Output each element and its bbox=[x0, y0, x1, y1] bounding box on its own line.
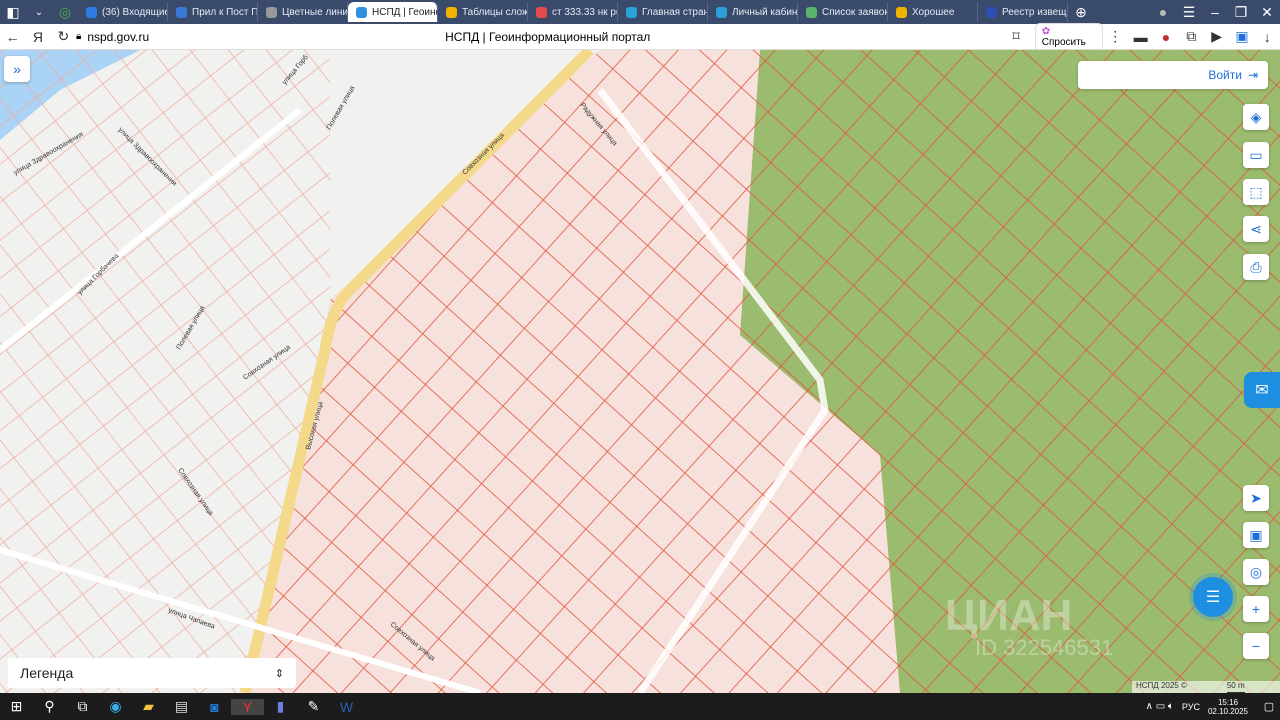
tab-label: ст 333.33 нк рф bbox=[552, 6, 618, 18]
tab-label: Цветные линии bbox=[282, 6, 348, 18]
navigate-icon[interactable]: ➤ bbox=[1243, 485, 1269, 511]
tab-favicon-icon bbox=[356, 6, 367, 18]
tab-label: Главная стран bbox=[642, 6, 708, 18]
minimap-icon[interactable]: ▣ bbox=[1243, 522, 1269, 548]
select-area-icon[interactable]: ⬚ bbox=[1243, 179, 1269, 205]
tab-favicon-icon bbox=[626, 6, 637, 18]
tray-icons[interactable]: ∧ ▭ 🔈︎ bbox=[1146, 701, 1174, 712]
url-field[interactable]: 🔒︎ nspd.gov.ru НСПД | Геоинформационный … bbox=[76, 30, 933, 44]
bookmark-icon[interactable]: ⌑ bbox=[1003, 28, 1028, 45]
extensions-puzzle-icon[interactable]: ⧉ bbox=[1179, 28, 1204, 45]
browser-tab[interactable]: Реестр извещ bbox=[978, 2, 1068, 22]
yandex-icon[interactable]: Я bbox=[25, 29, 50, 45]
extension-icon[interactable]: ▬ bbox=[1128, 29, 1153, 45]
word-icon[interactable]: W bbox=[330, 699, 363, 715]
watermark-id: ID 322546531 bbox=[975, 635, 1113, 660]
downloads-icon[interactable]: ↓ bbox=[1255, 29, 1280, 45]
login-icon: ⇥ bbox=[1247, 68, 1258, 82]
browser-tab[interactable]: Цветные линии bbox=[258, 2, 348, 22]
tab-favicon-icon bbox=[806, 6, 817, 18]
layers-icon[interactable]: ◈ bbox=[1243, 104, 1269, 130]
notifications-icon[interactable]: ▢ bbox=[1258, 700, 1280, 713]
map-canvas[interactable]: улица Здравоохранения улица Здравоохране… bbox=[0, 50, 1280, 693]
tab-label: Таблицы сложе bbox=[462, 6, 528, 18]
tab-favicon-icon bbox=[266, 6, 277, 18]
map-attribution: НСПД 2025 © 50 m bbox=[1132, 681, 1280, 693]
browser-tab[interactable]: Хорошее bbox=[888, 2, 978, 22]
ruler-icon[interactable]: ▭ bbox=[1243, 142, 1269, 168]
tab-label: НСПД | Геоинформ bbox=[372, 6, 437, 18]
zoom-in-button[interactable]: + bbox=[1243, 596, 1269, 622]
browser-tab[interactable]: Прил к Пост П bbox=[168, 2, 258, 22]
browser-tab[interactable]: ст 333.33 нк рф bbox=[528, 2, 618, 22]
new-tab-button[interactable]: ⊕ bbox=[1068, 4, 1094, 21]
outlook-icon[interactable]: ◙ bbox=[198, 699, 231, 715]
browser-tab[interactable]: Личный кабин bbox=[708, 2, 798, 22]
ask-button[interactable]: ✿ Спросить bbox=[1034, 22, 1103, 51]
address-bar-row: ← Я ↻ 🔒︎ nspd.gov.ru НСПД | Геоинформаци… bbox=[0, 22, 1280, 51]
minimize-button[interactable]: – bbox=[1202, 4, 1228, 20]
store-icon[interactable]: ▤ bbox=[165, 698, 198, 715]
tab-menu-chevron-icon[interactable]: ⌄ bbox=[26, 7, 52, 18]
browser-tab-bar: ◧ ⌄ ◎ (36) Входящие Прил к Пост П Цветные … bbox=[0, 0, 1280, 24]
more-icon[interactable]: ⋮ bbox=[1103, 28, 1128, 45]
tab-label: (36) Входящие bbox=[102, 6, 168, 18]
clock[interactable]: 15:16 02.10.2025 bbox=[1208, 698, 1248, 716]
start-icon[interactable]: ⊞ bbox=[0, 698, 33, 715]
reload-icon[interactable]: ↻ bbox=[51, 28, 76, 45]
profile-avatar[interactable]: ● bbox=[1150, 4, 1176, 20]
tab-label: Личный кабин bbox=[732, 6, 798, 18]
zoom-out-button[interactable]: − bbox=[1243, 633, 1269, 659]
tab-favicon-icon bbox=[896, 6, 907, 18]
media-icon[interactable]: ▶ bbox=[1204, 28, 1229, 45]
login-button[interactable]: Войти ⇥ bbox=[1078, 61, 1268, 89]
chat-button[interactable]: ☰ bbox=[1193, 577, 1233, 617]
extension-icon[interactable]: ● bbox=[1153, 29, 1178, 45]
scanner-icon[interactable]: ✎ bbox=[297, 698, 330, 715]
tab-label: Хорошее bbox=[912, 6, 955, 18]
restore-button[interactable]: ❐ bbox=[1228, 4, 1254, 21]
close-window-button[interactable]: ✕ bbox=[1254, 4, 1280, 21]
url-text: nspd.gov.ru bbox=[87, 29, 150, 44]
save-app-icon[interactable]: ▮ bbox=[264, 698, 297, 715]
edge-icon[interactable]: ◉ bbox=[99, 698, 132, 715]
browser-tab[interactable]: НСПД | Геоинформ✕ bbox=[348, 2, 438, 22]
tab-favicon-icon bbox=[986, 6, 997, 18]
sidebar-toggle-icon[interactable]: ◧ bbox=[0, 4, 26, 21]
share-icon[interactable]: ⋖ bbox=[1243, 216, 1269, 242]
task-view-icon[interactable]: ⧉ bbox=[66, 698, 99, 715]
language-indicator[interactable]: РУС bbox=[1182, 702, 1200, 712]
tab-favicon-icon bbox=[86, 6, 97, 18]
watermark: ЦИАН bbox=[945, 591, 1072, 640]
expand-panel-button[interactable]: » bbox=[4, 56, 30, 82]
page-title: НСПД | Геоинформационный портал bbox=[445, 29, 651, 44]
lock-icon: 🔒︎ bbox=[75, 31, 82, 42]
browser-tab[interactable]: Список заявок bbox=[798, 2, 888, 22]
legend-panel[interactable]: Легенда ⇕ bbox=[8, 658, 296, 688]
browser-tab[interactable]: (36) Входящие bbox=[78, 2, 168, 22]
tab-label: Список заявок bbox=[822, 6, 888, 18]
geolocation-icon[interactable]: ◎ bbox=[1243, 559, 1269, 585]
menu-icon[interactable]: ☰ bbox=[1176, 4, 1202, 21]
windows-taskbar: ⊞ ⚲ ⧉ ◉ ▰ ▤ ◙ Y ▮ ✎ W ∧ ▭ 🔈︎ РУС 15:16 02… bbox=[0, 693, 1280, 720]
tab-label: Реестр извещ bbox=[1002, 6, 1067, 18]
ask-icon: ✿ bbox=[1041, 25, 1051, 37]
search-icon[interactable]: ⚲ bbox=[33, 698, 66, 715]
explorer-icon[interactable]: ▰ bbox=[132, 698, 165, 715]
tab-favicon-icon bbox=[176, 6, 187, 18]
print-icon[interactable]: ⎙ bbox=[1243, 254, 1269, 280]
browser-tab[interactable]: Таблицы сложе bbox=[438, 2, 528, 22]
extension-icon[interactable]: ▣ bbox=[1229, 28, 1254, 45]
browser-tab[interactable]: Главная стран bbox=[618, 2, 708, 22]
yandex-browser-icon[interactable]: Y bbox=[231, 698, 264, 715]
side-widget-tab[interactable]: ✉ bbox=[1244, 372, 1280, 408]
back-icon[interactable]: ← bbox=[0, 29, 25, 45]
tab-favicon-icon bbox=[536, 6, 547, 18]
tab-favicon-icon bbox=[716, 6, 727, 18]
tab-favicon-icon bbox=[446, 6, 457, 18]
expand-chevron-icon: ⇕ bbox=[274, 667, 284, 680]
browser-logo-icon[interactable]: ◎ bbox=[52, 4, 78, 21]
map-svg[interactable]: улица Здравоохранения улица Здравоохране… bbox=[0, 50, 1280, 693]
tab-label: Прил к Пост П bbox=[192, 6, 258, 18]
